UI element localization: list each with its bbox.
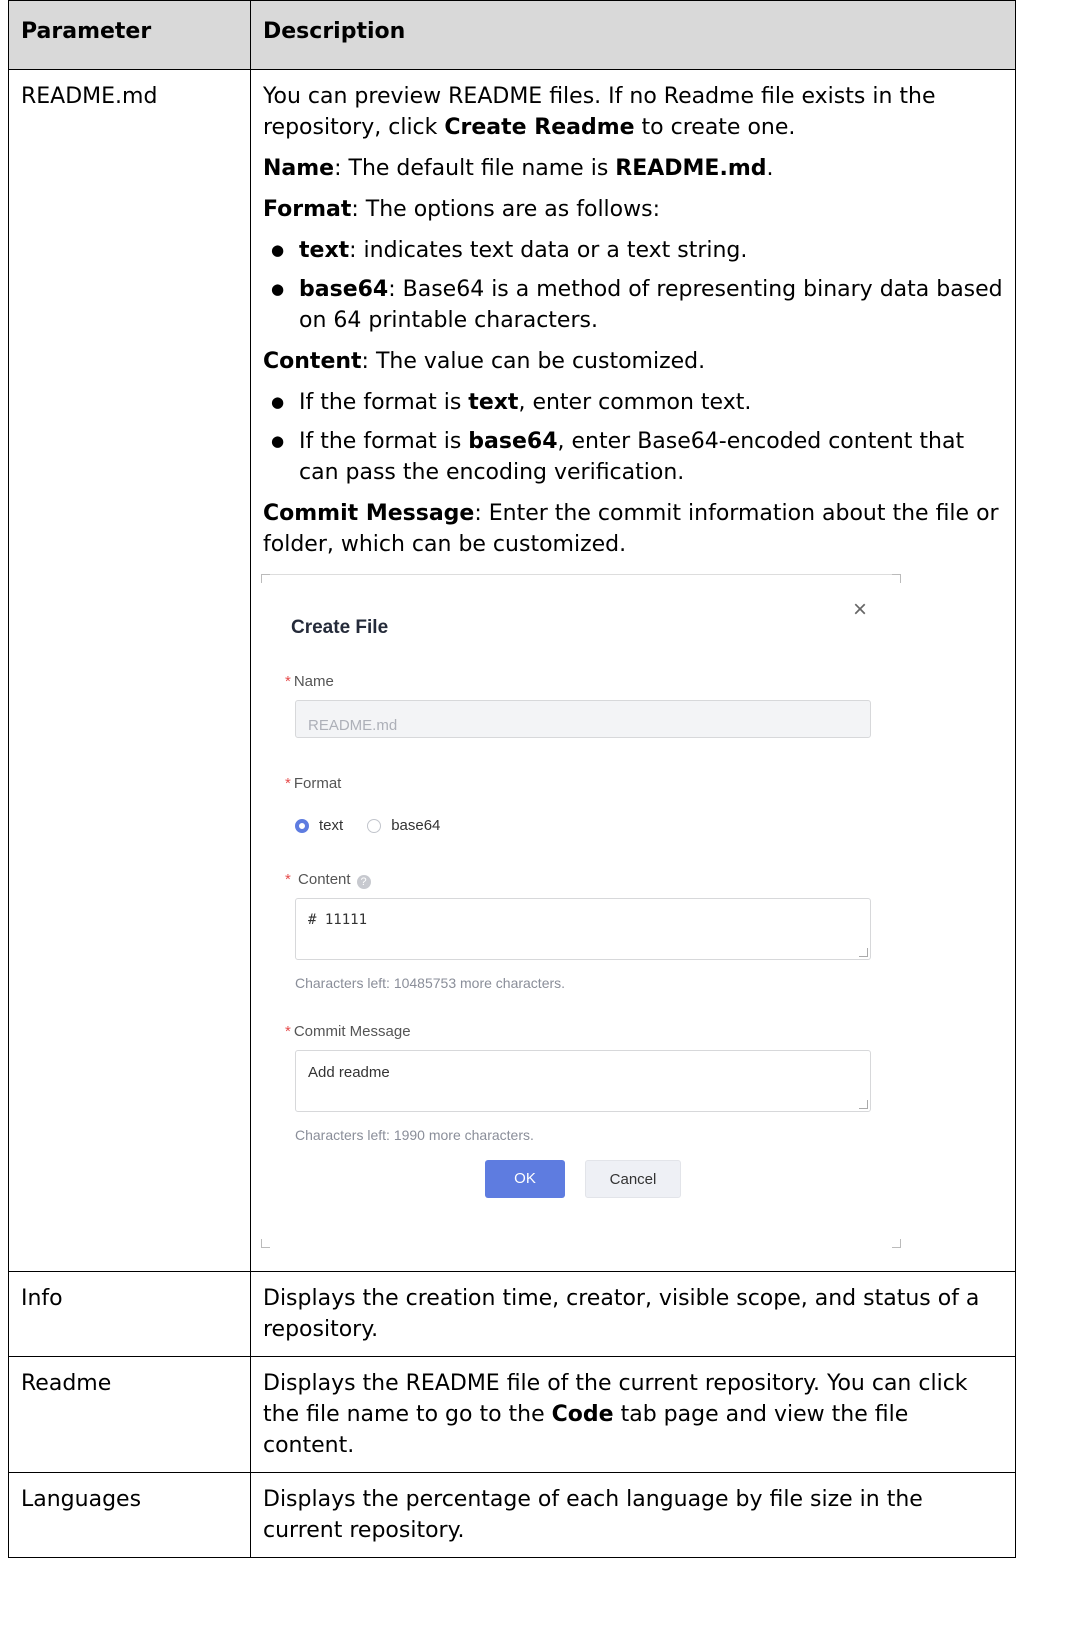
content-item-term: text [468, 390, 519, 415]
param-cell: Languages [8, 1472, 251, 1558]
create-readme-term: Create Readme [444, 115, 635, 140]
format-text: : The options are as follows: [351, 197, 660, 222]
format-item-term: text [299, 238, 350, 263]
format-label: * Format [285, 768, 341, 799]
intro-text: You can preview README files. If no Read… [263, 81, 1003, 143]
content-list: If the format is text, enter common text… [263, 387, 1003, 488]
list-item: If the format is text, enter common text… [263, 387, 1003, 418]
format-item-desc: : indicates text data or a text string. [349, 238, 748, 263]
format-desc: Format: The options are as follows: [263, 194, 1003, 225]
radio-base64[interactable] [367, 818, 382, 833]
radio-text-label[interactable]: text [319, 810, 343, 841]
description-cell: Displays the creation time, creator, vis… [250, 1271, 1016, 1357]
name-desc: Name: The default file name is README.md… [263, 153, 1003, 184]
content-value: # 11111 [308, 912, 368, 928]
required-mark: * [285, 775, 291, 792]
description-cell: Displays the README file of the current … [250, 1356, 1016, 1473]
create-file-dialog-screenshot: Create File × * Name README.md * Format te… [261, 574, 901, 1248]
format-item-term: base64 [299, 277, 389, 302]
name-field: README.md [295, 700, 871, 738]
format-label-text: Format [293, 775, 342, 792]
commit-hint: Characters left: 1990 more characters. [295, 1127, 534, 1143]
commit-desc: Commit Message: Enter the commit informa… [263, 498, 1003, 560]
ok-button[interactable]: OK [485, 1160, 565, 1198]
resize-grip-icon[interactable] [859, 1100, 868, 1109]
code-term: Code [551, 1402, 614, 1427]
content-label: * Content? [285, 864, 371, 895]
commit-label: * Commit Message [285, 1016, 411, 1047]
header-parameter: Parameter [8, 0, 251, 70]
param-cell: Readme [8, 1356, 251, 1473]
format-term: Format [263, 197, 352, 222]
table-row: Info Displays the creation time, creator… [8, 1271, 1016, 1357]
name-text: : The default file name is [334, 156, 616, 181]
param-cell: README.md [8, 69, 251, 1272]
list-item: If the format is base64, enter Base64-en… [263, 426, 1003, 488]
commit-textarea[interactable]: Add readme [295, 1050, 871, 1112]
frame-corner [892, 1239, 901, 1248]
frame-corner [892, 574, 901, 583]
required-mark: * [285, 673, 291, 690]
description-cell: You can preview README files. If no Read… [250, 69, 1016, 1272]
required-mark: * [285, 871, 291, 888]
content-item-pre: If the format is [299, 390, 469, 415]
content-item-term: base64 [468, 429, 558, 454]
dialog-title: Create File [291, 617, 389, 638]
header-description: Description [250, 0, 1016, 70]
frame-corner [261, 1239, 270, 1248]
resize-grip-icon[interactable] [859, 948, 868, 957]
commit-term: Commit Message [263, 501, 475, 526]
intro-text-c: to create one. [634, 115, 796, 140]
content-term: Content [263, 349, 362, 374]
content-hint: Characters left: 10485753 more character… [295, 975, 566, 991]
parameter-table: Parameter Description README.md You can … [8, 0, 1016, 1558]
table-row: Readme Displays the README file of the c… [8, 1356, 1016, 1473]
table-row: README.md You can preview README files. … [8, 69, 1016, 1272]
close-icon[interactable]: × [853, 598, 867, 622]
list-item: text: indicates text data or a text stri… [263, 235, 1003, 266]
required-mark: * [285, 1023, 291, 1040]
name-term: Name [263, 156, 335, 181]
name-end: . [766, 156, 774, 181]
format-radio-group: text base64 [295, 810, 440, 841]
param-cell: Info [8, 1271, 251, 1357]
radio-base64-label[interactable]: base64 [391, 810, 440, 841]
content-text: : The value can be customized. [361, 349, 706, 374]
name-label-text: Name [293, 673, 334, 690]
commit-label-text: Commit Message [293, 1023, 411, 1040]
frame-corner [261, 574, 270, 583]
frame-line [269, 574, 893, 575]
content-label-text: Content [298, 871, 351, 888]
radio-text[interactable] [295, 818, 309, 833]
description-cell: Displays the percentage of each language… [250, 1472, 1016, 1558]
cancel-button[interactable]: Cancel [585, 1160, 681, 1198]
format-list: text: indicates text data or a text stri… [263, 235, 1003, 336]
name-label: * Name [285, 666, 334, 697]
table-row: Languages Displays the percentage of eac… [8, 1472, 1016, 1558]
list-item: base64: Base64 is a method of representi… [263, 274, 1003, 336]
content-item-post: , enter common text. [518, 390, 752, 415]
content-desc: Content: The value can be customized. [263, 346, 1003, 377]
content-textarea[interactable]: # 11111 [295, 898, 871, 960]
commit-value: Add readme [308, 1064, 390, 1081]
name-value: README.md [615, 156, 767, 181]
content-item-pre: If the format is [299, 429, 469, 454]
format-item-desc: : Base64 is a method of representing bin… [299, 277, 1003, 333]
help-icon[interactable]: ? [356, 875, 371, 889]
table-header-row: Parameter Description [8, 0, 1016, 70]
